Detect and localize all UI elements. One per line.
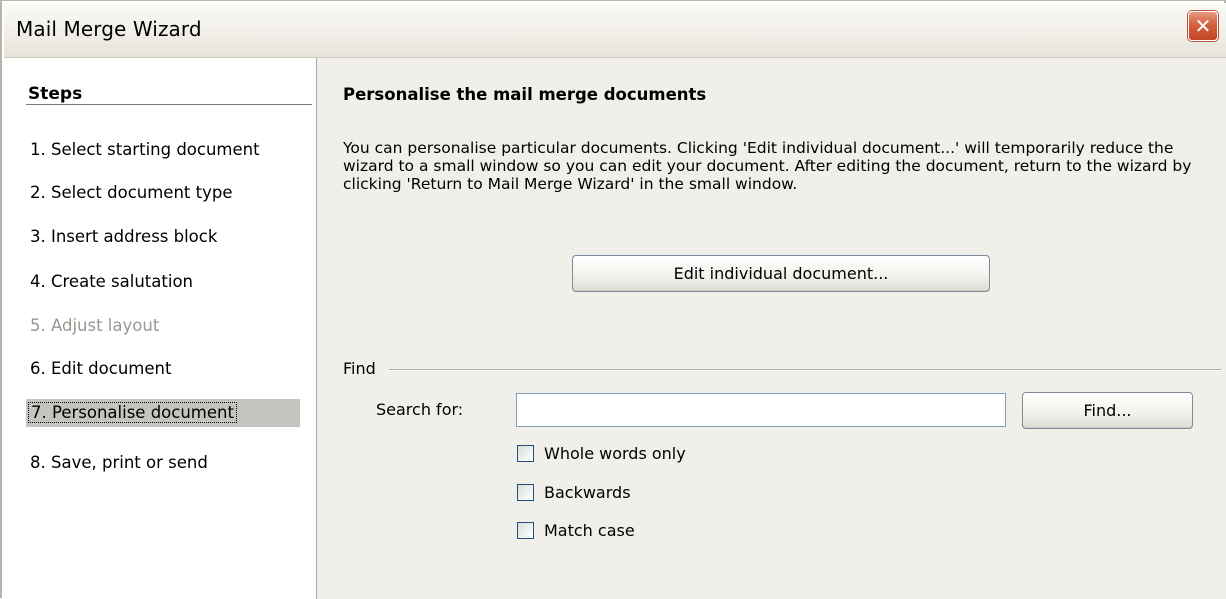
backwards-option[interactable]: Backwards — [517, 480, 631, 504]
step-label: 7. Personalise document — [28, 402, 237, 423]
search-input[interactable] — [516, 393, 1006, 427]
whole-words-only-checkbox[interactable] — [517, 444, 534, 462]
checkbox-label: Match case — [544, 520, 635, 540]
step-select-document-type[interactable]: 2. Select document type — [28, 179, 235, 207]
page-title: Personalise the mail merge documents — [343, 85, 707, 104]
description-text: You can personalise particular documents… — [343, 139, 1192, 193]
button-label: Edit individual document... — [673, 264, 889, 283]
edit-individual-document-button[interactable]: Edit individual document... — [572, 255, 990, 292]
match-case-checkbox[interactable] — [517, 521, 534, 539]
mail-merge-wizard-window: Mail Merge Wizard ✕ Steps 1. Select star… — [0, 0, 1226, 599]
step-personalise-document[interactable]: 7. Personalise document — [26, 399, 300, 427]
button-label: Find... — [1083, 401, 1132, 420]
step-create-salutation[interactable]: 4. Create salutation — [28, 268, 195, 296]
steps-heading: Steps — [28, 84, 83, 104]
find-group-label: Find — [343, 359, 376, 378]
checkbox-label: Whole words only — [544, 443, 686, 463]
main-panel: Personalise the mail merge documents You… — [317, 58, 1226, 599]
find-group-divider — [389, 369, 1221, 371]
window-title: Mail Merge Wizard — [16, 17, 202, 41]
step-label: 4. Create salutation — [30, 272, 193, 291]
step-edit-document[interactable]: 6. Edit document — [28, 355, 173, 383]
close-icon: ✕ — [1194, 14, 1212, 38]
search-for-label: Search for: — [376, 400, 464, 419]
step-label: 1. Select starting document — [30, 140, 260, 159]
title-bar[interactable]: Mail Merge Wizard ✕ — [4, 3, 1226, 58]
close-button[interactable]: ✕ — [1188, 11, 1218, 41]
step-label: 6. Edit document — [30, 359, 172, 378]
find-button[interactable]: Find... — [1022, 392, 1193, 429]
step-label: 5. Adjust layout — [30, 316, 160, 335]
step-save-print-send[interactable]: 8. Save, print or send — [28, 449, 210, 477]
step-select-starting-document[interactable]: 1. Select starting document — [28, 136, 262, 164]
step-label: 8. Save, print or send — [30, 453, 208, 472]
step-adjust-layout: 5. Adjust layout — [28, 312, 161, 340]
step-label: 3. Insert address block — [30, 227, 218, 246]
backwards-checkbox[interactable] — [517, 483, 534, 501]
steps-sidebar: Steps 1. Select starting document 2. Sel… — [4, 58, 317, 599]
step-insert-address-block[interactable]: 3. Insert address block — [28, 223, 219, 251]
whole-words-only-option[interactable]: Whole words only — [517, 441, 686, 465]
steps-divider — [26, 104, 312, 106]
checkbox-label: Backwards — [544, 482, 631, 502]
match-case-option[interactable]: Match case — [517, 518, 635, 542]
step-label: 2. Select document type — [30, 183, 233, 202]
